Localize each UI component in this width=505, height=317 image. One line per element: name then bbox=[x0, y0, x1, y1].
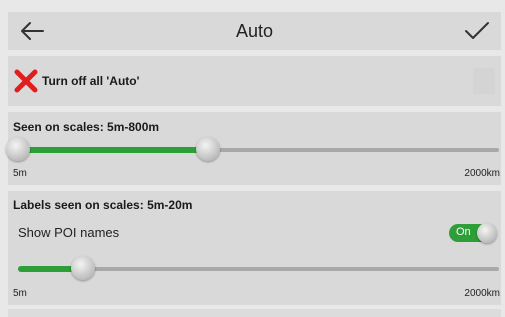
section-title: Seen on scales: 5m-800m bbox=[13, 120, 160, 134]
slider-fill bbox=[18, 147, 208, 153]
app-header: Auto bbox=[8, 12, 501, 50]
label-scale-slider[interactable] bbox=[18, 255, 499, 283]
range-max-label: 2000km bbox=[464, 168, 500, 179]
scale-range-slider[interactable] bbox=[6, 136, 499, 164]
checkmark-icon bbox=[465, 22, 489, 39]
range-min-label: 5m bbox=[13, 168, 27, 179]
label-scales-section: Labels seen on scales: 5m-20m Show POI n… bbox=[8, 191, 501, 305]
confirm-button[interactable] bbox=[457, 12, 497, 50]
turn-off-auto-button[interactable]: Turn off all 'Auto' bbox=[14, 66, 139, 96]
slider-thumb-high[interactable] bbox=[195, 137, 220, 161]
slider-thumb-low[interactable] bbox=[6, 137, 30, 161]
range-max-label: 2000km bbox=[464, 288, 500, 299]
toggle-state-label: On bbox=[456, 226, 471, 238]
show-poi-names-label: Show POI names bbox=[18, 225, 120, 240]
section-title: Labels seen on scales: 5m-20m bbox=[13, 198, 193, 212]
next-section-edge bbox=[8, 309, 501, 317]
range-min-label: 5m bbox=[13, 288, 27, 299]
turn-off-auto-row[interactable]: Turn off all 'Auto' bbox=[8, 56, 501, 106]
toggle-knob bbox=[477, 223, 497, 243]
page-title: Auto bbox=[235, 21, 274, 41]
turn-off-auto-label: Turn off all 'Auto' bbox=[42, 74, 140, 88]
slider-thumb[interactable] bbox=[70, 256, 95, 280]
red-x-icon bbox=[14, 69, 38, 93]
visibility-scales-section: Seen on scales: 5m-800m 5m 2000km bbox=[6, 112, 501, 185]
show-poi-names-toggle[interactable]: On bbox=[449, 223, 497, 243]
disabled-placeholder bbox=[473, 68, 495, 94]
